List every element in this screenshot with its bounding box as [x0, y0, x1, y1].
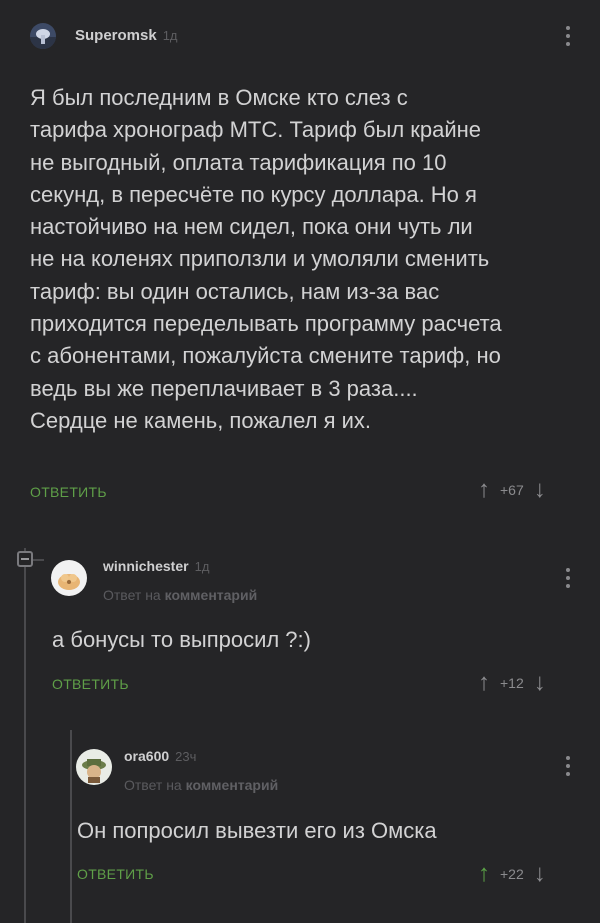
- arrow-down-icon[interactable]: ↓: [534, 671, 546, 695]
- rating-control: ↑ +12 ↓: [478, 671, 546, 695]
- comment-line: тариф: вы один остались, нам из-за вас: [30, 278, 440, 304]
- avatar[interactable]: [30, 23, 56, 49]
- rating-control: ↑ +67 ↓: [478, 478, 546, 502]
- comment-line: секунд, в пересчёте по курсу доллара. Но…: [30, 181, 477, 207]
- kebab-menu-icon[interactable]: [566, 26, 570, 46]
- username[interactable]: Superomsk 1д: [75, 27, 178, 44]
- kebab-menu-icon[interactable]: [566, 756, 570, 776]
- rating-control: ↑ +22 ↓: [478, 862, 546, 886]
- avatar[interactable]: [76, 749, 112, 785]
- avatar-image: [30, 23, 56, 49]
- arrow-up-icon[interactable]: ↑: [478, 862, 490, 886]
- comment-line: не на коленях приползли и умоляли сменит…: [30, 246, 490, 272]
- arrow-up-icon[interactable]: ↑: [478, 478, 490, 502]
- comment-time: 1д: [162, 28, 178, 43]
- arrow-down-icon[interactable]: ↓: [534, 478, 546, 502]
- thread-line[interactable]: [24, 548, 26, 923]
- rating-value: +12: [500, 675, 524, 691]
- username[interactable]: winnichester 1д: [103, 558, 209, 574]
- collapse-thread-icon[interactable]: [17, 551, 33, 567]
- comment-line: не выгодный, оплата тарификация по 10: [30, 149, 447, 175]
- comment-line: Он попросил вывезти его из Омска: [77, 818, 437, 843]
- arrow-down-icon[interactable]: ↓: [534, 862, 546, 886]
- rating-value: +67: [500, 482, 524, 498]
- username-text[interactable]: ora600: [124, 748, 169, 764]
- reply-button[interactable]: ОТВЕТИТЬ: [52, 676, 129, 692]
- comment-time: 23ч: [175, 749, 197, 764]
- arrow-up-icon[interactable]: ↑: [478, 671, 490, 695]
- reply-to: Ответ на комментарий: [124, 777, 278, 793]
- reply-button[interactable]: ОТВЕТИТЬ: [77, 866, 154, 882]
- reply-to-link[interactable]: комментарий: [186, 777, 279, 793]
- reply-button[interactable]: ОТВЕТИТЬ: [30, 484, 107, 500]
- reply-to-prefix: Ответ на: [124, 777, 182, 793]
- reply-to-prefix: Ответ на: [103, 587, 161, 603]
- reply-to: Ответ на комментарий: [103, 587, 257, 603]
- avatar-image: [76, 749, 112, 785]
- reply-to-link[interactable]: комментарий: [165, 587, 258, 603]
- username-text[interactable]: Superomsk: [75, 27, 157, 44]
- comment-line: Я был последним в Омске кто слез с: [30, 85, 408, 110]
- avatar-image: [51, 560, 87, 596]
- comment-line: с абонентами, пожалуйста смените тариф, …: [30, 343, 501, 369]
- comment-line: приходится переделывать программу расчет…: [30, 311, 502, 337]
- kebab-menu-icon[interactable]: [566, 568, 570, 588]
- username-text[interactable]: winnichester: [103, 558, 189, 574]
- comment-body: а бонусы то выпросил ?:): [52, 624, 311, 656]
- thread-line[interactable]: [70, 730, 72, 923]
- comment-time: 1д: [194, 559, 210, 574]
- avatar[interactable]: [51, 560, 87, 596]
- comment-body: Он попросил вывезти его из Омска: [77, 815, 437, 847]
- comment-line: Сердце не камень, пожалел я их.: [30, 407, 371, 433]
- comment-line: тарифа хронограф МТС. Тариф был крайне: [30, 117, 482, 143]
- username[interactable]: ora600 23ч: [124, 748, 196, 764]
- comment-line: ведь вы же переплачивает в 3 раза....: [30, 375, 418, 401]
- comment-line: а бонусы то выпросил ?:): [52, 627, 311, 652]
- rating-value: +22: [500, 866, 524, 882]
- comment-body: Я был последним в Омске кто слез с тариф…: [30, 82, 502, 437]
- comment-line: настойчиво на нем сидел, пока они чуть л…: [30, 214, 473, 240]
